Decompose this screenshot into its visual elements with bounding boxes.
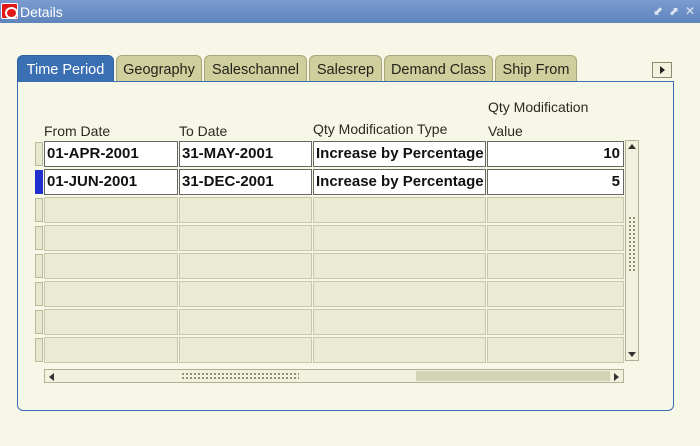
tab-demand-class[interactable]: Demand Class [384, 55, 493, 82]
to-date-field[interactable] [179, 197, 312, 223]
to-date-field[interactable] [179, 281, 312, 307]
row-indicator-current[interactable] [35, 170, 43, 194]
scroll-grip[interactable] [181, 372, 299, 379]
minimize-icon[interactable]: ⬋ [652, 4, 664, 18]
col-header-qty-mod-type: Qty Modification Type [313, 121, 448, 137]
tab-salesrep[interactable]: Salesrep [309, 55, 382, 82]
col-header-from-date: From Date [44, 123, 111, 139]
to-date-field[interactable] [179, 225, 312, 251]
scroll-down-icon[interactable] [628, 352, 636, 357]
to-date-field[interactable]: 31-MAY-2001 [179, 141, 312, 167]
window-title: Details [20, 4, 63, 20]
from-date-field[interactable] [44, 225, 178, 251]
qty-mod-type-field[interactable] [313, 281, 486, 307]
qty-mod-value-field[interactable]: 10 [487, 141, 624, 167]
from-date-field[interactable] [44, 309, 178, 335]
to-date-field[interactable] [179, 337, 312, 363]
qty-mod-value-field[interactable] [487, 225, 624, 251]
qty-mod-type-field[interactable] [313, 197, 486, 223]
qty-mod-type-field[interactable] [313, 337, 486, 363]
from-date-field[interactable] [44, 253, 178, 279]
col-header-qty-mod-value-line1: Qty Modification [488, 99, 589, 115]
qty-mod-value-field[interactable]: 5 [487, 169, 624, 195]
qty-mod-type-field[interactable]: Increase by Percentage [313, 141, 486, 167]
qty-mod-value-field[interactable] [487, 253, 624, 279]
from-date-field[interactable] [44, 197, 178, 223]
qty-mod-type-field[interactable]: Increase by Percentage [313, 169, 486, 195]
to-date-field[interactable] [179, 253, 312, 279]
qty-mod-value-field[interactable] [487, 197, 624, 223]
row-indicator[interactable] [35, 226, 43, 250]
tab-time-period[interactable]: Time Period [17, 55, 114, 82]
row-indicator[interactable] [35, 198, 43, 222]
close-icon[interactable]: ✕ [684, 4, 696, 18]
col-header-to-date: To Date [179, 123, 228, 139]
row-indicator[interactable] [35, 282, 43, 306]
tab-scroll-right-button[interactable] [652, 62, 672, 78]
horizontal-scrollbar[interactable] [44, 369, 624, 383]
row-indicator[interactable] [35, 338, 43, 362]
from-date-field[interactable] [44, 337, 178, 363]
scroll-up-icon[interactable] [628, 144, 636, 149]
qty-mod-value-field[interactable] [487, 281, 624, 307]
row-indicator[interactable] [35, 254, 43, 278]
qty-mod-type-field[interactable] [313, 253, 486, 279]
scroll-grip[interactable] [628, 216, 636, 271]
qty-mod-type-field[interactable] [313, 309, 486, 335]
vertical-scrollbar[interactable] [625, 140, 639, 361]
restore-icon[interactable]: ⬈ [668, 4, 680, 18]
title-bar[interactable]: Details ⬋ ⬈ ✕ [0, 0, 700, 23]
qty-mod-value-field[interactable] [487, 309, 624, 335]
tab-saleschannel[interactable]: Saleschannel [204, 55, 307, 82]
from-date-field[interactable]: 01-JUN-2001 [44, 169, 178, 195]
scroll-left-icon[interactable] [49, 373, 54, 381]
from-date-field[interactable] [44, 281, 178, 307]
from-date-field[interactable]: 01-APR-2001 [44, 141, 178, 167]
col-header-qty-mod-value-line2: Value [488, 123, 523, 139]
oracle-app-icon [1, 3, 18, 19]
scroll-track[interactable] [416, 371, 610, 381]
tab-geography[interactable]: Geography [116, 55, 202, 82]
tab-ship-from[interactable]: Ship From [495, 55, 577, 82]
scroll-right-icon[interactable] [614, 373, 619, 381]
to-date-field[interactable] [179, 309, 312, 335]
to-date-field[interactable]: 31-DEC-2001 [179, 169, 312, 195]
row-indicator[interactable] [35, 142, 43, 166]
qty-mod-type-field[interactable] [313, 225, 486, 251]
row-indicator[interactable] [35, 310, 43, 334]
qty-mod-value-field[interactable] [487, 337, 624, 363]
